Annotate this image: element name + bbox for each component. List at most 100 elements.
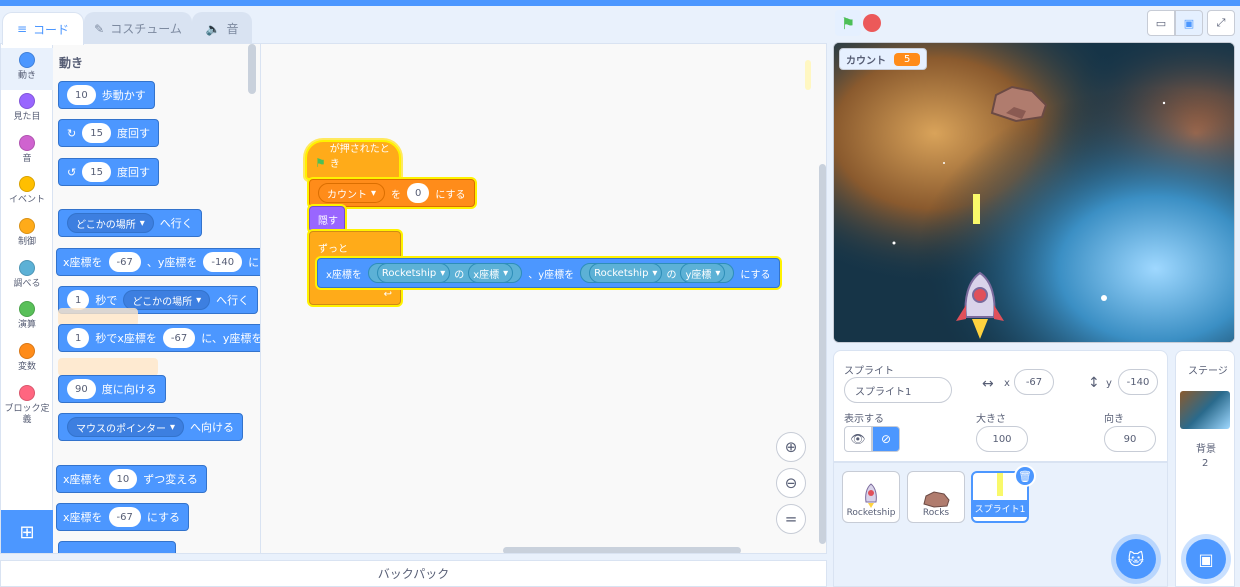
property-dropdown[interactable]: y座標 ▾ <box>680 263 726 283</box>
degrees-input[interactable]: 15 <box>82 162 111 182</box>
category-events[interactable]: イベント <box>1 172 53 214</box>
zoom-in-button[interactable]: ⊕ <box>776 432 806 462</box>
point-target-dropdown[interactable]: マウスのポインター ▾ <box>67 417 185 437</box>
y-of-reporter[interactable]: Rocketship ▾ の y座標 ▾ <box>580 263 735 283</box>
myblocks-dot-icon <box>19 385 35 401</box>
sound-dot-icon <box>19 135 35 151</box>
x-input[interactable]: -67 <box>108 252 141 272</box>
show-label: 表示する <box>844 414 884 425</box>
hide-sprite-button[interactable]: ⊘ <box>872 426 900 452</box>
category-sound[interactable]: 音 <box>1 131 53 173</box>
category-motion[interactable]: 動き <box>1 48 53 90</box>
category-looks[interactable]: 見た目 <box>1 89 53 131</box>
delete-sprite-button[interactable]: 🗑 <box>1014 465 1036 487</box>
backpack-label: バックパック <box>377 567 450 581</box>
backpack-bar[interactable]: バックパック <box>0 560 827 587</box>
green-flag-button[interactable]: ⚑ <box>835 10 861 36</box>
sprite1-bar[interactable] <box>973 194 980 224</box>
fullscreen-button[interactable]: ⤢ <box>1207 10 1235 36</box>
workspace-vertical-scrollbar[interactable] <box>819 164 826 544</box>
change-y-block[interactable] <box>58 541 176 553</box>
when-flag-clicked-block[interactable]: ⚑ が押されたとき <box>305 140 401 180</box>
move-steps-block[interactable]: 10 歩動かす <box>58 81 155 109</box>
go-to-xy-block[interactable]: x座標を -67 、y座標を -140 にする <box>56 248 260 276</box>
sprite-dropdown[interactable]: Rocketship ▾ <box>589 263 663 283</box>
set-variable-block[interactable]: カウント ▾ を 0 にする <box>309 179 475 207</box>
value-input[interactable]: 0 <box>407 183 430 203</box>
variable-monitor[interactable]: カウント 5 <box>839 48 928 70</box>
x-position-input[interactable]: -67 <box>1014 369 1054 395</box>
zoom-reset-button[interactable]: = <box>776 504 806 534</box>
glide-target-dropdown[interactable]: どこかの場所 ▾ <box>123 290 211 310</box>
turn-left-block[interactable]: ↺ 15 度回す <box>58 158 159 186</box>
cat-icon: 🐱 <box>1127 549 1145 569</box>
large-stage-button[interactable]: ▣ <box>1175 10 1203 36</box>
flyout-scrollbar[interactable] <box>248 44 256 94</box>
rocketship-sprite[interactable] <box>952 269 1008 343</box>
sprite-thumb-rocks[interactable]: Rocks <box>907 471 965 523</box>
x-input[interactable]: -67 <box>162 328 196 348</box>
go-to-xy-script-block[interactable]: x座標を Rocketship ▾ の x座標 ▾ 、y座標を Rocketship… <box>317 258 780 288</box>
dropdown-value: どこかの場所 <box>132 296 193 308</box>
x-set-input[interactable]: -67 <box>108 507 141 527</box>
category-my-blocks[interactable]: ブロック定義 <box>1 381 53 429</box>
backdrop-thumbnail[interactable] <box>1180 391 1230 429</box>
sprite-label: スプライト <box>844 366 894 377</box>
goto-target-dropdown[interactable]: どこかの場所 ▾ <box>67 213 154 233</box>
add-backdrop-button[interactable]: ▣ <box>1186 539 1226 579</box>
direction-input[interactable]: 90 <box>1104 426 1156 452</box>
seconds-input[interactable]: 1 <box>67 290 90 310</box>
tab-sounds[interactable]: 🔈 音 <box>192 12 252 44</box>
tab-code[interactable]: ≡ コード <box>2 12 84 45</box>
rocks-sprite[interactable] <box>986 83 1052 125</box>
zoom-out-button[interactable]: ⊖ <box>776 468 806 498</box>
category-variables[interactable]: 変数 <box>1 339 53 381</box>
backdrop-label: 背景 <box>1196 444 1216 455</box>
degrees-input[interactable]: 15 <box>82 123 111 143</box>
add-sprite-button[interactable]: 🐱 <box>1116 539 1156 579</box>
zoom-out-icon: ⊖ <box>784 474 798 492</box>
x-of-reporter[interactable]: Rocketship ▾ の x座標 ▾ <box>367 263 523 283</box>
rotate-right-icon: ↻ <box>67 126 77 140</box>
size-input[interactable]: 100 <box>976 426 1028 452</box>
add-extension-button[interactable]: ⊞ <box>1 510 53 553</box>
tab-costumes[interactable]: ✎ コスチューム <box>84 12 192 44</box>
turn-right-block[interactable]: ↻ 15 度回す <box>58 119 159 147</box>
glide-to-xy-block[interactable]: 1 秒でx座標を -67 に、y座標を <box>58 324 260 352</box>
point-towards-block[interactable]: マウスのポインター ▾ へ向ける <box>58 413 244 441</box>
trash-icon: 🗑 <box>1018 469 1032 483</box>
caret-down-icon: ▾ <box>196 294 202 306</box>
category-control[interactable]: 制御 <box>1 214 53 256</box>
script-workspace[interactable]: ⚑ が押されたとき カウント ▾ を 0 にする 隠す ずっと ↩ x座標を Ro… <box>260 43 827 554</box>
x-change-input[interactable]: 10 <box>108 469 138 489</box>
steps-input[interactable]: 10 <box>67 85 96 105</box>
workspace-horizontal-scrollbar[interactable] <box>503 547 741 553</box>
small-stage-button[interactable]: ▭ <box>1147 10 1175 36</box>
y-input[interactable]: -140 <box>203 252 243 272</box>
sprite-name-input[interactable]: スプライト1 <box>844 377 952 403</box>
change-x-block[interactable]: x座標を 10 ずつ変える <box>56 465 207 493</box>
variable-dropdown[interactable]: カウント ▾ <box>318 183 386 203</box>
set-x-block[interactable]: x座標を -67 にする <box>56 503 189 531</box>
caret-down-icon: ▾ <box>371 187 377 199</box>
sticky-indicator <box>805 60 811 90</box>
category-label: イベント <box>8 195 45 205</box>
stop-button[interactable] <box>863 14 881 32</box>
caret-down-icon: ▾ <box>170 421 176 433</box>
direction-input[interactable]: 90 <box>67 379 96 399</box>
go-to-block[interactable]: どこかの場所 ▾ へ行く <box>58 209 202 237</box>
show-sprite-button[interactable]: 👁 <box>844 426 872 452</box>
property-dropdown[interactable]: x座標 ▾ <box>468 263 514 283</box>
stage-canvas[interactable]: カウント 5 <box>833 42 1235 343</box>
seconds-input[interactable]: 1 <box>67 328 90 348</box>
sprite-dropdown[interactable]: Rocketship ▾ <box>376 263 451 283</box>
category-sensing[interactable]: 調べる <box>1 256 53 298</box>
y-position-input[interactable]: -140 <box>1118 369 1158 395</box>
block-text: x座標を <box>326 269 362 281</box>
category-operators[interactable]: 演算 <box>1 297 53 339</box>
sprite-info-panel: スプライト スプライト1 ↔ x -67 ↕ y -140 表示する 👁 ⊘ 大… <box>833 350 1168 462</box>
sprite-thumb-rocketship[interactable]: Rocketship <box>842 471 900 523</box>
hide-block[interactable]: 隠す <box>309 206 345 232</box>
point-direction-block[interactable]: 90 度に向ける <box>58 375 166 403</box>
stage-target-pane[interactable]: ステージ 背景 2 ▣ <box>1175 350 1235 587</box>
